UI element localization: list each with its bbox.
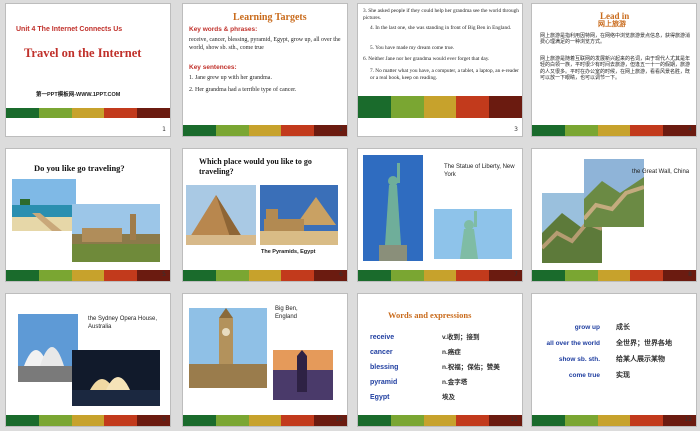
slide-question: Do you like go traveling? — [34, 163, 125, 173]
color-band — [358, 270, 522, 281]
phrase-show-sb-sth-meaning: 给某人展示某物 — [616, 356, 665, 363]
phrase-all-over-the-world: all over the world — [546, 340, 600, 347]
paragraph-1: 网上旅游是指利用因特网，在网络中浏览旅游景点信息，获得旅游消费心理满足的一种浏览… — [540, 33, 691, 46]
color-stripe — [6, 108, 170, 118]
color-band — [6, 415, 170, 426]
slide-title: Learning Targets — [233, 12, 307, 23]
word-receive: receive — [370, 334, 395, 341]
sentence-2: 2. Her grandma had a terrible type of ca… — [189, 87, 297, 93]
slide-thumbnail-10[interactable]: Big Ben, England 10 — [182, 293, 348, 427]
color-band — [183, 125, 347, 136]
sentence-7: 7. No matter what you have, a computer, … — [370, 68, 519, 81]
slide-thumbnail-4[interactable]: Lead in 网上旅游 网上旅游是指利用因特网，在网络中浏览旅游景点信息，获得… — [531, 3, 697, 137]
slide-question: Which place would you like to go traveli… — [199, 157, 312, 176]
sentence-1: 1. Jane grew up with her grandma. — [189, 75, 272, 81]
beach-photo — [12, 179, 76, 231]
slide-number: 6 — [339, 271, 343, 278]
sentence-5: 5. You have made my dream come true. — [370, 45, 455, 51]
slide-number: 8 — [688, 271, 692, 278]
slide-thumbnail-5[interactable]: Do you like go traveling? 5 — [5, 148, 171, 282]
slide-number: 7 — [514, 271, 518, 278]
opera-house-photo-2 — [72, 350, 160, 406]
word-egypt: Egypt — [370, 394, 390, 401]
sentence-6: 6. Neither Jane nor her grandma would ev… — [363, 56, 490, 62]
color-band — [532, 415, 696, 426]
word-cancer-meaning: n.癌症 — [442, 349, 461, 356]
word-egypt-meaning: 埃及 — [442, 394, 455, 401]
slide-number: 12 — [684, 416, 692, 423]
slide-title: Travel on the Internet — [24, 46, 142, 60]
word-cancer: cancer — [370, 349, 393, 356]
keywords-text: receive, cancer, blessing, pyramid, Egyp… — [189, 37, 341, 51]
photo-caption: the Sydney Opera House, Australia — [88, 316, 158, 330]
sphinx-photo — [260, 185, 338, 245]
slide-number: 10 — [335, 416, 343, 423]
photo-caption: The Statue of Liberty, New York — [444, 164, 515, 178]
phrase-come-true: come true — [568, 372, 600, 379]
footer-text: 第一PPT模板网-WWW.1PPT.COM — [36, 92, 121, 98]
word-receive-meaning: v.收到；接到 — [442, 334, 480, 341]
sentence-3: 3. She asked people if they could help h… — [363, 8, 519, 21]
phrase-come-true-meaning: 实现 — [616, 372, 630, 379]
big-ben-photo-1 — [189, 308, 267, 388]
phrase-grow-up-meaning: 成长 — [616, 324, 630, 331]
word-pyramid-meaning: n.金字塔 — [442, 379, 468, 386]
phrase-show-sb-sth: show sb. sth. — [558, 356, 600, 363]
sentences-heading: Key sentences: — [189, 64, 237, 71]
color-band — [532, 125, 696, 136]
sentence-4: 4. In the last one, she was standing in … — [370, 25, 512, 31]
slide-thumbnail-1[interactable]: Unit 4 The Internet Connects Us Travel o… — [5, 3, 171, 137]
phrase-grow-up: grow up — [574, 324, 600, 331]
slide-thumbnail-9[interactable]: the Sydney Opera House, Australia 9 — [5, 293, 171, 427]
slide-title: Words and expressions — [388, 310, 472, 320]
color-band — [532, 270, 696, 281]
slide-thumbnail-11[interactable]: Words and expressions receive v.收到；接到 ca… — [357, 293, 523, 427]
slide-number: 11 — [510, 416, 518, 423]
opera-house-photo-1 — [18, 314, 78, 382]
slide-thumbnail-grid: Unit 4 The Internet Connects Us Travel o… — [0, 0, 700, 431]
slide-number: 5 — [162, 271, 166, 278]
word-blessing: blessing — [370, 364, 399, 371]
slide-thumbnail-6[interactable]: Which place would you like to go traveli… — [182, 148, 348, 282]
slide-thumbnail-3[interactable]: 3. She asked people if they could help h… — [357, 3, 523, 137]
color-stripe — [358, 96, 522, 118]
slide-number: 3 — [514, 126, 518, 133]
slide-thumbnail-7[interactable]: The Statue of Liberty, New York 7 — [357, 148, 523, 282]
unit-label: Unit 4 The Internet Connects Us — [16, 26, 123, 33]
slide-number: 1 — [162, 126, 166, 133]
color-band — [183, 415, 347, 426]
word-blessing-meaning: n.祝福；保佑；赞美 — [442, 364, 500, 371]
word-pyramid: pyramid — [370, 379, 398, 386]
statue-photo-1 — [363, 155, 423, 261]
keywords-heading: Key words & phrases: — [189, 26, 258, 33]
slide-number: 2 — [339, 126, 343, 133]
slide-thumbnail-2[interactable]: Learning Targets Key words & phrases: re… — [182, 3, 348, 137]
slide-number: 4 — [688, 126, 692, 133]
photo-caption: the Great Wall, China — [632, 169, 690, 175]
ruins-photo — [72, 204, 160, 262]
photo-caption: Big Ben, England — [275, 306, 298, 320]
color-band — [6, 270, 170, 281]
statue-photo-2 — [434, 209, 512, 259]
pyramid-photo — [186, 185, 256, 245]
color-band — [183, 270, 347, 281]
phrase-all-over-the-world-meaning: 全世界；世界各地 — [616, 340, 672, 347]
slide-thumbnail-8[interactable]: the Great Wall, China 8 — [531, 148, 697, 282]
slide-thumbnail-12[interactable]: grow up 成长 all over the world 全世界；世界各地 s… — [531, 293, 697, 427]
big-ben-photo-2 — [273, 350, 333, 400]
photo-caption: The Pyramids, Egypt — [261, 249, 316, 255]
color-band — [358, 415, 522, 426]
slide-number: 9 — [162, 416, 166, 423]
slide-subtitle: 网上旅游 — [598, 21, 626, 28]
paragraph-2: 网上旅游是随着互联网的发展新兴起来的名词，由于现代人尤其是年轻的白领一族，平时很… — [540, 56, 691, 81]
